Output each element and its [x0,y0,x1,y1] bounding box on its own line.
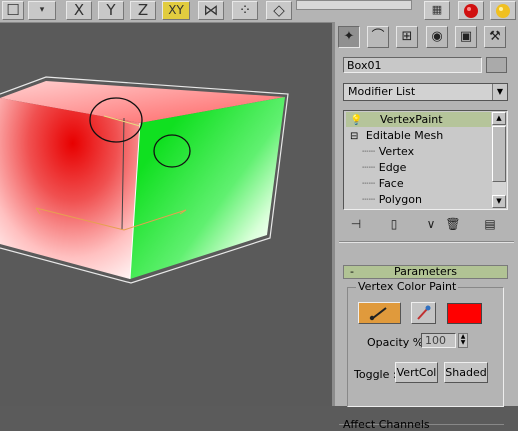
stack-toolbar: ⊣ ▯ ∨ 🗑 ▤ [335,215,518,235]
box-front-face [0,98,140,279]
collapse-rollout-icon[interactable]: - [350,266,354,278]
modifier-list-label: Modifier List [348,85,416,98]
stack-item-editable-mesh[interactable]: ⊟ Editable Mesh [346,128,443,143]
show-end-result-icon[interactable]: ▯ [384,215,404,233]
lightbulb-icon[interactable]: 💡 [350,113,362,128]
align-icon[interactable]: ◇ [266,1,292,20]
subobject-face[interactable]: ┄┄ Face [362,176,404,191]
eyedropper-icon [417,305,431,320]
named-selection-field[interactable] [296,0,412,10]
collapse-icon[interactable]: ⊟ [350,129,358,144]
subobject-polygon[interactable]: ┄┄ Polygon [362,192,422,207]
paint-brush-button[interactable] [358,302,401,324]
motion-tab[interactable]: ◉ [426,26,448,48]
main-toolbar: ☐ ▾ X Y Z XY ⋈ ⁘ ◇ ▦ [0,0,518,23]
modify-tab[interactable]: ⌒ [367,26,389,48]
parameters-rollout-header[interactable]: - Parameters [343,265,508,279]
select-icon[interactable]: ☐ [2,1,24,20]
configure-sets-icon[interactable]: ▤ [480,215,500,233]
stack-item-label: Editable Mesh [365,129,444,142]
z-axis-button[interactable]: Z [130,1,156,20]
subobject-vertex[interactable]: ┄┄ Vertex [362,144,414,159]
opacity-field[interactable]: 100 [421,333,456,348]
box-scene [0,76,289,284]
display-tab[interactable]: ▣ [455,26,477,48]
schematic-view-icon[interactable]: ▦ [424,1,450,20]
paintbrush-icon [369,307,387,321]
object-color-swatch[interactable] [486,57,507,73]
toggle-label: Toggle : [354,368,397,381]
make-unique-icon[interactable]: ∨ [421,215,441,233]
parameters-rollout: - Parameters Vertex Color Paint Opacity … [343,265,508,415]
group-label: Vertex Color Paint [356,280,459,293]
remove-modifier-icon[interactable]: 🗑 [443,215,463,233]
affect-channels-rollout-title[interactable]: Affect Channels [343,418,430,431]
hierarchy-tab[interactable]: ⊞ [396,26,418,48]
command-panel: ✦ ⌒ ⊞ ◉ ▣ ⚒ Box01 Modifier List ▼ 💡 Vert… [335,22,518,431]
pick-color-button[interactable] [411,302,436,324]
x-axis-button[interactable]: X [66,1,92,20]
scroll-thumb[interactable] [492,126,506,182]
mirror-icon[interactable]: ⋈ [198,1,224,20]
object-name-field[interactable]: Box01 [343,57,482,73]
box-side-face [130,97,285,279]
dropdown-arrow-icon[interactable]: ▾ [28,1,56,20]
render-teapot-icon[interactable] [490,1,516,20]
scroll-up-icon[interactable]: ▲ [492,112,506,125]
divider [339,241,514,243]
array-icon[interactable]: ⁘ [232,1,258,20]
subobject-edge[interactable]: ┄┄ Edge [362,160,406,175]
chevron-down-icon[interactable]: ▼ [492,84,507,100]
scroll-down-icon[interactable]: ▼ [492,195,506,208]
stack-item-label: VertexPaint [379,113,443,126]
material-editor-icon[interactable] [458,1,484,20]
rollout-title: Parameters [394,265,457,278]
utilities-tab[interactable]: ⚒ [484,26,506,48]
create-tab[interactable]: ✦ [338,26,360,48]
perspective-viewport[interactable] [0,23,333,406]
modifier-stack[interactable]: 💡 VertexPaint ⊟ Editable Mesh ┄┄ Vertex … [343,110,508,210]
shaded-button[interactable]: Shaded [444,362,488,383]
xy-axis-button[interactable]: XY [162,1,190,20]
modifier-list-dropdown[interactable]: Modifier List ▼ [343,83,508,101]
pin-stack-icon[interactable]: ⊣ [346,215,366,233]
paint-color-swatch[interactable] [447,303,482,324]
vertcol-button[interactable]: VertCol [395,362,438,383]
stack-item-vertexpaint[interactable]: 💡 VertexPaint [346,112,491,127]
opacity-spinner[interactable]: ▲ ▼ [458,333,468,348]
y-axis-button[interactable]: Y [98,1,124,20]
